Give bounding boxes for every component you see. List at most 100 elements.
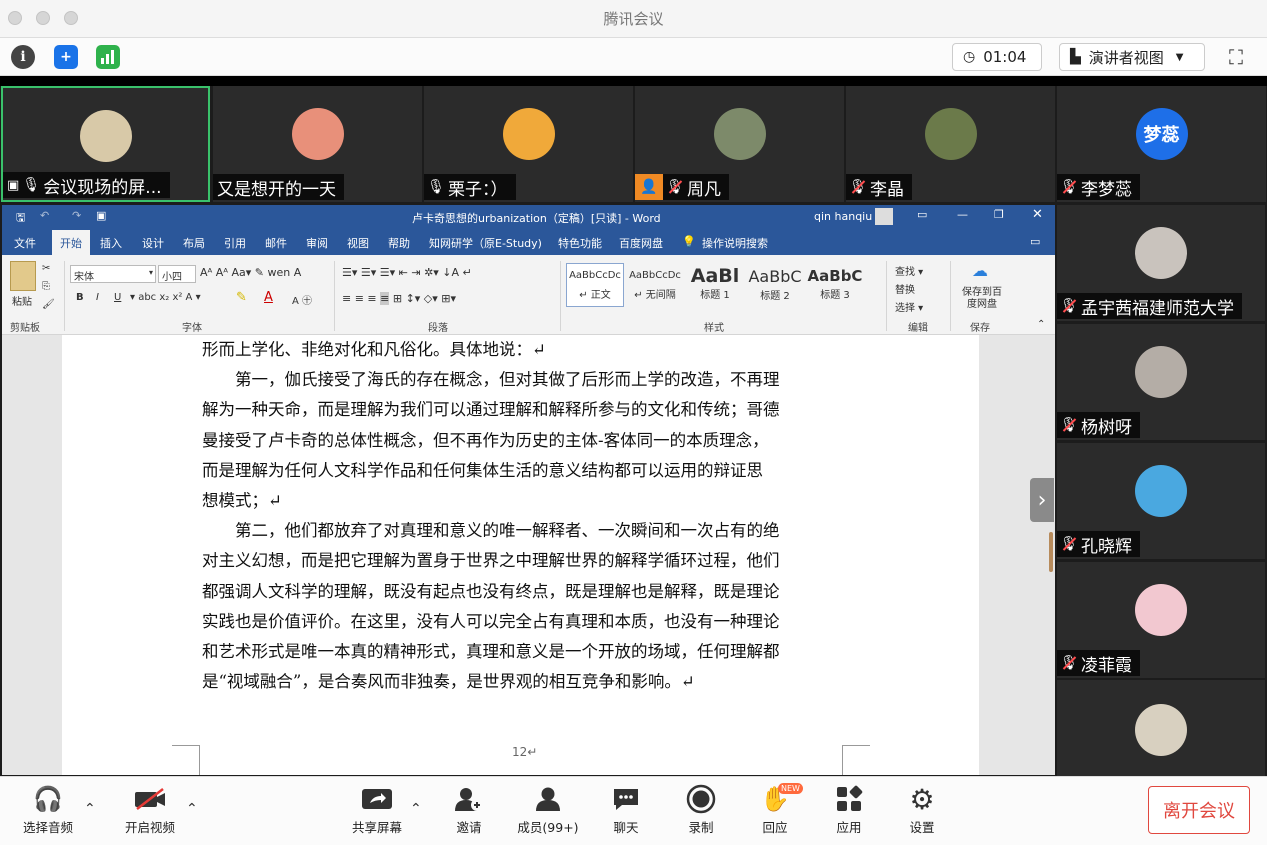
underline-button[interactable]: U <box>114 292 121 303</box>
document-line: 而是理解为任何人文科学作品和任何集体生活的意义结构都可以运用的辩证思 <box>202 460 763 480</box>
participant-tile[interactable]: 👤 🎙 周凡 <box>635 86 844 202</box>
participant-tile[interactable]: 🎙 李晶 <box>846 86 1055 202</box>
close-icon[interactable]: ✕ <box>1032 207 1043 222</box>
find-button[interactable]: 查找 ▾ <box>895 263 923 278</box>
print-preview-icon[interactable]: ▣ <box>96 209 106 222</box>
grow-font-icon[interactable]: Aᴬ Aᴬ Aa▾ ✎ wen A <box>200 266 301 279</box>
document-text: 形而上学化、非绝对化和凡俗化。具体地说：↵ 第一，伽氏接受了海氏的存在概念，但对… <box>202 335 780 697</box>
style-heading-1[interactable]: AaBl 标题 1 <box>686 263 744 307</box>
chat-button[interactable]: 聊天 <box>593 781 659 836</box>
save-icon[interactable]: 🖫 <box>16 209 25 228</box>
tab-mailings[interactable]: 邮件 <box>265 235 287 251</box>
apps-button[interactable]: 应用 <box>816 781 882 836</box>
align-icons[interactable]: ≡ ≡ ≡ ≡ ⊞ ↕▾ ◇▾ ⊞▾ <box>342 292 456 305</box>
scrollbar-thumb[interactable] <box>1049 532 1053 572</box>
char-shading-icon[interactable]: A ㊉ <box>292 292 312 307</box>
tab-features[interactable]: 特色功能 <box>558 235 602 251</box>
network-signal-icon[interactable] <box>96 45 120 69</box>
participant-tile[interactable]: 🎙 杨树呀 <box>1057 324 1265 440</box>
font-effects-icons[interactable]: ▾ abc x₂ x² A ▾ <box>130 292 201 303</box>
document-line: 想模式；↵ <box>202 491 282 511</box>
tab-references[interactable]: 引用 <box>224 235 246 251</box>
word-title-bar: 🖫 ↶ ↷ ▣ 卢卡奇思想的urbanization（定稿）[只读] - Wor… <box>2 205 1055 228</box>
format-painter-icon[interactable]: 🖌 <box>42 299 55 310</box>
members-button[interactable]: 成员(99+) <box>510 781 586 836</box>
tab-home[interactable]: 开始 <box>52 230 90 255</box>
tab-layout[interactable]: 布局 <box>183 235 205 251</box>
tab-review[interactable]: 审阅 <box>306 235 328 251</box>
tab-view[interactable]: 视图 <box>347 235 369 251</box>
document-line: 和艺术形式是唯一本真的精神形式，真理和意义是一个开放的场域，任何理解都 <box>202 642 780 662</box>
tab-insert[interactable]: 插入 <box>100 235 122 251</box>
style-normal[interactable]: AaBbCcDc ↵ 正文 <box>566 263 624 307</box>
font-color-icon[interactable]: A <box>264 290 273 305</box>
tab-design[interactable]: 设计 <box>142 235 164 251</box>
style-name: ↵ 无间隔 <box>634 290 676 301</box>
record-button[interactable]: 录制 <box>668 781 734 836</box>
share-screen-button[interactable]: 共享屏幕 <box>344 781 410 836</box>
style-preview: AaBbC <box>807 267 863 285</box>
record-label: 录制 <box>688 820 714 835</box>
leave-meeting-button[interactable]: 离开会议 <box>1148 786 1250 834</box>
members-label: 成员(99+) <box>517 820 579 835</box>
select-button[interactable]: 选择 ▾ <box>895 299 923 314</box>
restore-icon[interactable]: ❐ <box>994 208 1004 221</box>
italic-button[interactable]: I <box>96 292 99 303</box>
view-mode-select[interactable]: ▙ 演讲者视图 ▼ <box>1059 43 1205 71</box>
fullscreen-icon[interactable]: ⛶ <box>1221 43 1251 71</box>
tell-me-search[interactable]: 操作说明搜索 <box>702 235 768 251</box>
paste-label[interactable]: 粘贴 <box>12 293 32 308</box>
participant-tile[interactable]: 🎙 孟宇茜福建师范大学 <box>1057 205 1265 321</box>
expand-panel-button[interactable]: › <box>1030 478 1054 522</box>
document-line: 第一，伽氏接受了海氏的存在概念，但对其做了后形而上学的改造，不再理 <box>202 370 780 390</box>
bold-button[interactable]: B <box>76 292 84 303</box>
invite-button[interactable]: 邀请 <box>436 781 502 836</box>
info-icon[interactable]: i <box>11 45 35 69</box>
chat-icon <box>593 781 659 817</box>
tab-baidu-pan[interactable]: 百度网盘 <box>619 235 663 251</box>
participant-tile[interactable]: ▣ 🎙 会议现场的屏... <box>1 86 210 202</box>
video-button[interactable]: 开启视频 <box>117 781 183 836</box>
collapse-ribbon-icon[interactable]: ⌃ <box>1037 319 1045 330</box>
highlight-icon[interactable]: ✎ <box>236 290 247 305</box>
security-shield-icon[interactable]: + <box>54 45 78 69</box>
audio-button[interactable]: 🎧 选择音频 <box>15 781 81 836</box>
ribbon-display-icon[interactable]: ▭ <box>917 208 927 221</box>
tab-help[interactable]: 帮助 <box>388 235 410 251</box>
participant-tile-partial[interactable] <box>1057 680 1265 776</box>
minimize-icon[interactable]: — <box>957 208 968 221</box>
share-options-chevron[interactable]: ⌃ <box>410 801 422 817</box>
font-size-select[interactable]: 小四 <box>158 265 196 283</box>
participant-tile[interactable]: 🎙 凌菲霞 <box>1057 562 1265 678</box>
comments-icon[interactable]: ▭ <box>1030 235 1040 248</box>
participant-name: 周凡 <box>687 179 721 200</box>
user-avatar[interactable] <box>875 208 893 225</box>
save-to-baidu-button[interactable]: 保存到百度网盘 <box>960 287 1004 311</box>
style-preview: AaBbCcDc <box>569 270 621 281</box>
font-name-select[interactable]: 宋体 ▾ <box>70 265 156 283</box>
cut-icon[interactable]: ✂ <box>42 263 50 274</box>
meeting-timer: ◷ 01:04 <box>952 43 1042 71</box>
participant-tile[interactable]: 又是想开的一天 <box>213 86 422 202</box>
participant-tile[interactable]: 🎙 孔晓辉 <box>1057 443 1265 559</box>
participant-tile[interactable]: 🎙 栗子：） <box>424 86 633 202</box>
microphone-muted-icon: 🎙 <box>1060 179 1078 195</box>
style-heading-3[interactable]: AaBbC 标题 3 <box>806 263 864 307</box>
document-page[interactable]: 形而上学化、非绝对化和凡俗化。具体地说：↵ 第一，伽氏接受了海氏的存在概念，但对… <box>62 335 979 775</box>
list-icons[interactable]: ☰▾ ☰▾ ☰▾ ⇤ ⇥ ✲▾ ↓A ↵ <box>342 266 472 279</box>
undo-icon[interactable]: ↶ <box>40 209 49 222</box>
video-options-chevron[interactable]: ⌃ <box>186 801 198 817</box>
copy-icon[interactable]: ⎘ <box>42 281 50 292</box>
ribbon-tabs: 文件 开始 插入 设计 布局 引用 邮件 审阅 视图 帮助 知网研学（原E-St… <box>2 228 1055 255</box>
replace-button[interactable]: 替换 <box>895 281 915 296</box>
participant-tile[interactable]: 梦蕊 🎙 李梦蕊 <box>1057 86 1266 202</box>
baidu-pan-icon[interactable]: ☁ <box>972 261 988 280</box>
paste-icon[interactable] <box>10 261 36 291</box>
tab-file[interactable]: 文件 <box>14 235 36 251</box>
style-no-spacing[interactable]: AaBbCcDc ↵ 无间隔 <box>626 263 684 307</box>
style-heading-2[interactable]: AaBbC 标题 2 <box>746 263 804 307</box>
audio-options-chevron[interactable]: ⌃ <box>84 801 96 817</box>
tab-e-study[interactable]: 知网研学（原E-Study) <box>429 235 542 251</box>
settings-button[interactable]: ⚙ 设置 <box>889 781 955 836</box>
redo-icon[interactable]: ↷ <box>72 209 81 222</box>
